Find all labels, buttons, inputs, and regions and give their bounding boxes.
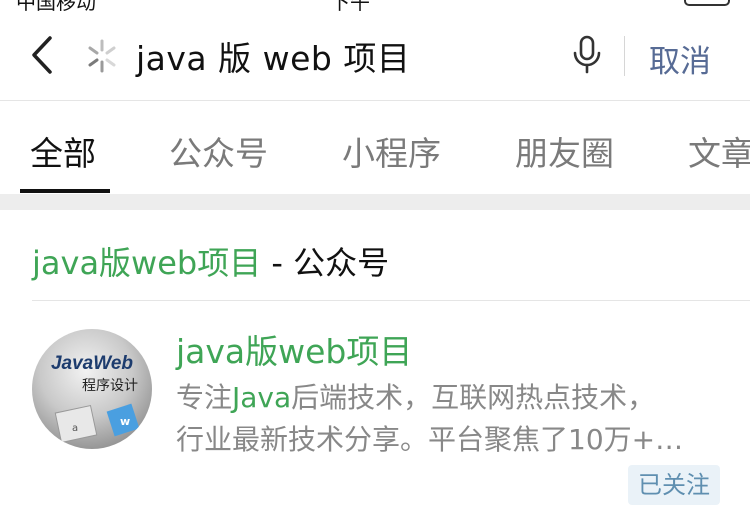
description-line-2: 行业最新技术分享。平台聚焦了10万+…: [176, 423, 684, 456]
search-header: java 版 web 项目 取消: [0, 0, 750, 101]
svg-text:程序设计: 程序设计: [82, 378, 138, 394]
microphone-icon: [573, 35, 601, 74]
tab-all[interactable]: 全部: [30, 127, 96, 175]
svg-text:a: a: [72, 423, 78, 434]
description-line-1: 专注Java后端技术，互联网热点技术，: [176, 381, 656, 414]
section-title: java版web项目 - 公众号: [32, 238, 389, 284]
section-keyword: java版web项目: [32, 244, 262, 282]
account-name: java版web项目: [176, 332, 413, 371]
search-input[interactable]: java 版 web 项目: [136, 32, 410, 80]
search-results-page: 中国移动 下午 java 版 web 项目 取消 全部 公众号 小程序 朋友圈 …: [0, 0, 750, 529]
official-account-result[interactable]: JavaWeb 程序设计 a w java版web项目 专注Java后端技术，互…: [0, 301, 750, 529]
header-divider: [624, 36, 625, 76]
description-highlight: Java: [232, 381, 292, 414]
voice-input-button[interactable]: [570, 34, 604, 76]
followed-badge[interactable]: 已关注: [628, 465, 720, 505]
tab-official-accounts[interactable]: 公众号: [169, 127, 268, 175]
tab-articles[interactable]: 文章: [688, 127, 750, 175]
tab-moments[interactable]: 朋友圈: [515, 127, 614, 175]
section-category: - 公众号: [261, 244, 390, 282]
loading-spinner-icon: [84, 38, 120, 74]
category-tabs: 全部 公众号 小程序 朋友圈 文章: [0, 101, 750, 194]
account-description: 专注Java后端技术，互联网热点技术， 行业最新技术分享。平台聚焦了10万+…: [176, 377, 721, 461]
back-button[interactable]: [22, 30, 66, 80]
svg-text:w: w: [120, 415, 130, 428]
chevron-left-icon: [32, 36, 52, 74]
section-separator: [0, 194, 750, 210]
active-tab-indicator: [20, 189, 110, 193]
tab-mini-programs[interactable]: 小程序: [342, 127, 441, 175]
cancel-button[interactable]: 取消: [649, 36, 711, 81]
svg-text:JavaWeb: JavaWeb: [51, 353, 133, 374]
account-avatar: JavaWeb 程序设计 a w: [32, 329, 152, 449]
